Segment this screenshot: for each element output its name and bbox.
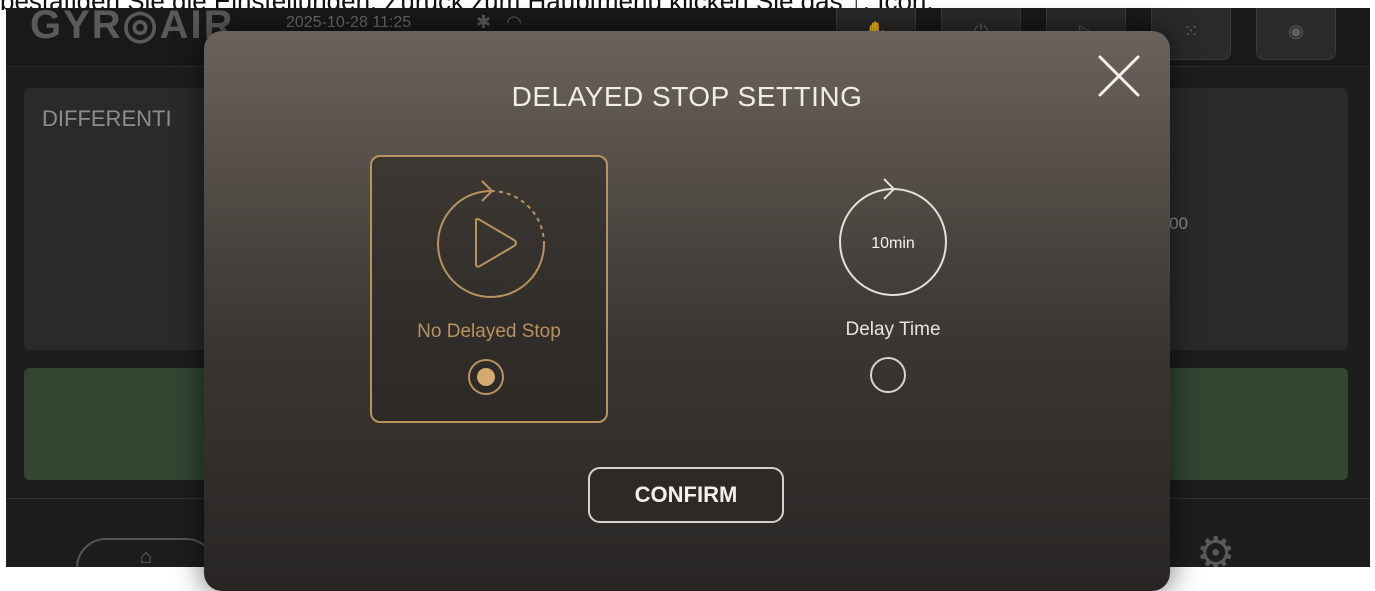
option-delay-time[interactable]: 10min Delay Time — [774, 155, 1012, 423]
confirm-button[interactable]: CONFIRM — [588, 467, 784, 523]
close-icon[interactable] — [1094, 51, 1144, 101]
option-label: No Delayed Stop — [417, 321, 561, 342]
timer-circle-icon: 10min — [828, 173, 958, 303]
option-label: Delay Time — [845, 319, 941, 340]
date-time: 2025-10-28 11:25 — [286, 14, 412, 31]
camera-icon[interactable]: ◉ — [1256, 8, 1336, 60]
gear-icon[interactable]: ⚙ — [1196, 528, 1256, 567]
delayed-stop-dialog: DELAYED STOP SETTING No Delayed Stop 10m… — [204, 31, 1170, 591]
home-button[interactable]: ⌂ — [76, 538, 216, 567]
dialog-title: DELAYED STOP SETTING — [511, 81, 863, 112]
status-icons: ✱ ◠ — [476, 12, 522, 33]
bluetooth-icon: ✱ — [476, 12, 492, 32]
app-logo: GYR◎AIR — [30, 8, 235, 47]
option-no-delayed-stop[interactable]: No Delayed Stop — [370, 155, 608, 423]
panel-value: 00 — [1169, 214, 1188, 233]
radio-selected[interactable] — [468, 359, 504, 395]
radio-unselected[interactable] — [870, 357, 906, 393]
delay-time-value: 10min — [871, 235, 915, 252]
play-circle-icon — [426, 175, 556, 305]
wifi-icon: ◠ — [506, 12, 522, 32]
panel-title: DIFFERENTI — [42, 106, 172, 131]
